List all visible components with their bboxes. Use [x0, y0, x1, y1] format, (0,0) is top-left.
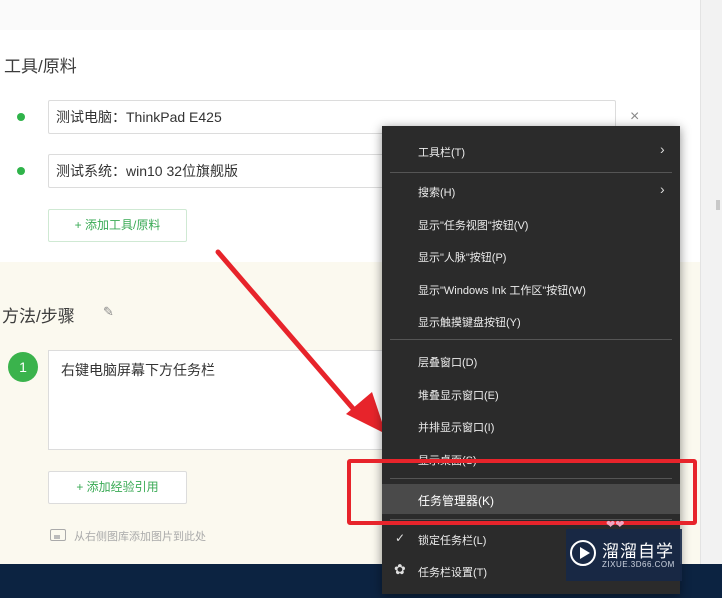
- menu-item-toolbars[interactable]: 工具栏(T) ›: [382, 136, 680, 166]
- steps-section-title: 方法/步骤: [2, 307, 75, 326]
- step-number: 1: [8, 352, 38, 382]
- tool-bullet: [17, 167, 25, 175]
- menu-item-label: 并排显示窗口(I): [418, 422, 495, 434]
- menu-item-touch-keyboard[interactable]: 显示触摸键盘按钮(Y): [382, 306, 680, 336]
- menu-item-label: 搜索(H): [418, 187, 456, 199]
- play-icon: [570, 540, 596, 566]
- scrollbar-thumb[interactable]: [716, 200, 720, 210]
- menu-item-task-view[interactable]: 显示"任务视图"按钮(V): [382, 209, 680, 239]
- gear-icon: ✿: [394, 561, 406, 577]
- chevron-right-icon: ›: [660, 141, 665, 157]
- upload-hint-text: 从右侧图库添加图片到此处: [74, 531, 206, 543]
- highlight-box: [347, 459, 697, 525]
- pencil-icon[interactable]: ✎: [103, 304, 117, 319]
- add-tool-button[interactable]: + 添加工具/原料: [48, 209, 187, 242]
- step-text-box[interactable]: 右键电脑屏幕下方任务栏: [48, 350, 388, 450]
- logo-subtext: ZIXUE.3D66.COM: [602, 560, 675, 569]
- menu-item-windows-ink[interactable]: 显示"Windows Ink 工作区"按钮(W): [382, 274, 680, 304]
- menu-item-label: 显示触摸键盘按钮(Y): [418, 317, 521, 329]
- menu-item-label: 显示"Windows Ink 工作区"按钮(W): [418, 285, 586, 297]
- menu-item-label: 堆叠显示窗口(E): [418, 390, 499, 402]
- menu-item-label: 层叠窗口(D): [418, 357, 478, 369]
- tools-section-title: 工具/原料: [4, 57, 77, 76]
- menu-item-label: 锁定任务栏(L): [418, 535, 487, 547]
- tool-remove-icon[interactable]: ×: [630, 108, 639, 126]
- menu-item-stacked[interactable]: 堆叠显示窗口(E): [382, 379, 680, 409]
- scrollbar-track[interactable]: [700, 0, 722, 598]
- add-reference-button[interactable]: + 添加经验引用: [48, 471, 187, 504]
- menu-item-side-by-side[interactable]: 并排显示窗口(I): [382, 411, 680, 441]
- tool-bullet: [17, 113, 25, 121]
- logo-text: 溜溜自学: [602, 542, 674, 561]
- chevron-right-icon: ›: [660, 181, 665, 197]
- image-icon: [50, 529, 66, 541]
- menu-item-cascade[interactable]: 层叠窗口(D): [382, 346, 680, 376]
- check-icon: ✓: [395, 531, 406, 545]
- menu-item-label: 工具栏(T): [418, 147, 466, 159]
- menu-separator: [390, 172, 672, 173]
- menu-separator: [390, 339, 672, 340]
- page-top-strip: [0, 0, 700, 30]
- menu-item-label: 显示"人脉"按钮(P): [418, 252, 507, 264]
- menu-item-people[interactable]: 显示"人脉"按钮(P): [382, 241, 680, 271]
- menu-item-search[interactable]: 搜索(H) ›: [382, 176, 680, 206]
- menu-item-label: 任务栏设置(T): [418, 567, 488, 579]
- watermark-logo: 溜溜自学 ZIXUE.3D66.COM: [566, 529, 682, 581]
- menu-item-label: 显示"任务视图"按钮(V): [418, 220, 529, 232]
